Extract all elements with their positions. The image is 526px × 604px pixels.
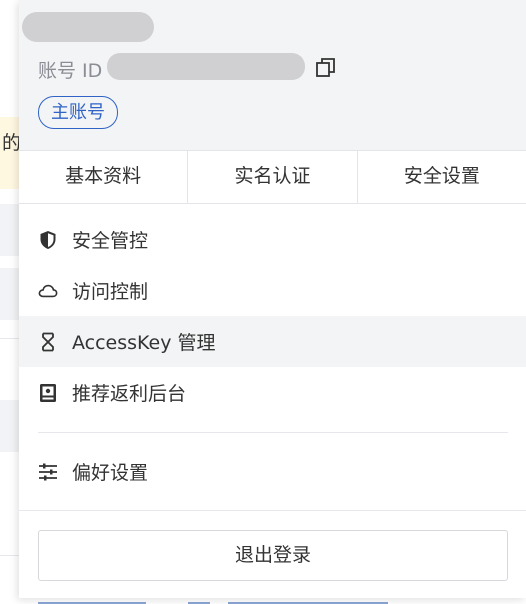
account-menu: 安全管控 访问控制 AccessKey 管理 推荐返利后台 [19, 214, 526, 418]
account-id-label: 账号 ID [38, 60, 103, 82]
account-name-redacted [22, 12, 154, 42]
main-account-badge: 主账号 [38, 96, 118, 129]
background-divider [0, 555, 20, 556]
copy-icon[interactable] [315, 57, 337, 79]
logout-button[interactable]: 退出登录 [38, 530, 508, 581]
tab-security-settings[interactable]: 安全设置 [358, 151, 526, 203]
logout-divider [19, 510, 526, 511]
background-row [0, 400, 20, 452]
menu-item-security-control[interactable]: 安全管控 [19, 214, 526, 265]
account-tabs: 基本资料 实名认证 安全设置 [19, 150, 526, 204]
shield-icon [38, 230, 58, 250]
menu-item-label: 访问控制 [72, 281, 149, 303]
tab-basic-info[interactable]: 基本资料 [19, 151, 189, 203]
menu-item-access-control[interactable]: 访问控制 [19, 265, 526, 316]
background-divider [0, 338, 20, 339]
account-header: 账号 ID 主账号 [19, 0, 526, 150]
menu-divider [38, 432, 508, 433]
menu-item-label: 安全管控 [72, 230, 149, 252]
menu-item-accesskey-management[interactable]: AccessKey 管理 [19, 316, 526, 367]
menu-item-label: 推荐返利后台 [72, 383, 187, 405]
background-row [0, 268, 20, 320]
menu-item-referral-rebate[interactable]: 推荐返利后台 [19, 367, 526, 418]
account-dropdown: 账号 ID 主账号 基本资料 实名认证 安全设置 安全管控 访问控制 Acces… [19, 0, 526, 598]
dashboard-icon [38, 383, 58, 403]
tab-real-name-auth[interactable]: 实名认证 [188, 151, 358, 203]
sliders-icon [38, 462, 58, 482]
account-id-redacted [107, 53, 305, 80]
preferences-section: 偏好设置 [19, 446, 526, 497]
cloud-icon [38, 281, 58, 301]
background-row [0, 204, 20, 256]
key-icon [38, 332, 58, 352]
screen: 的 账号 ID 主账号 基本资料 实名认证 安全设置 安全管控 访问控制 Acc… [0, 0, 526, 604]
menu-item-label: AccessKey 管理 [72, 332, 216, 354]
menu-item-label: 偏好设置 [72, 462, 149, 484]
menu-item-preferences[interactable]: 偏好设置 [19, 446, 526, 497]
